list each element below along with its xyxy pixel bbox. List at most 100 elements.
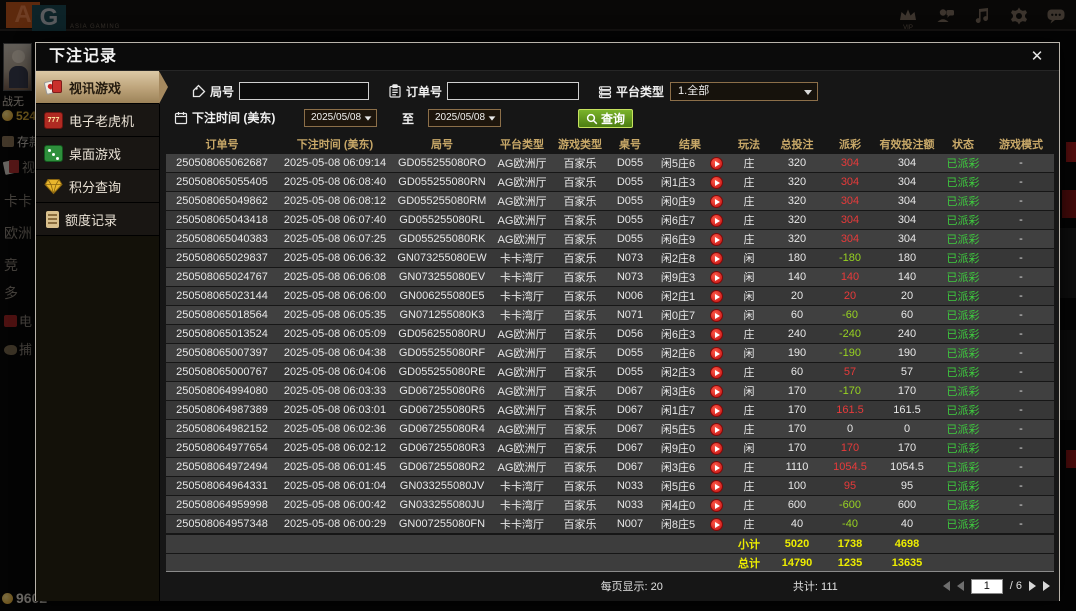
order-no-input[interactable] xyxy=(447,82,579,100)
tab-credit-records[interactable]: 额度记录 xyxy=(36,203,159,236)
cell-total-bet: 170 xyxy=(770,404,824,416)
platform-type-label: 平台类型 xyxy=(598,83,664,100)
cell-game-mode: - xyxy=(988,309,1054,321)
cell-game-mode: - xyxy=(988,328,1054,340)
replay-video-button[interactable] xyxy=(710,290,723,303)
cell-order: 250508064994080 xyxy=(166,385,278,397)
date-from-picker[interactable]: 2025/05/08 xyxy=(304,109,377,127)
cell-payout: 0 xyxy=(824,423,876,435)
close-icon[interactable]: ✕ xyxy=(1027,47,1047,67)
cell-game-mode: - xyxy=(988,423,1054,435)
cell-game-mode: - xyxy=(988,271,1054,283)
replay-video-button[interactable] xyxy=(710,214,723,227)
replay-video-button[interactable] xyxy=(710,480,723,493)
table-row: 250508065062687 2025-05-08 06:09:14 GD05… xyxy=(166,154,1054,172)
cell-result: 闲5庄6 xyxy=(652,478,704,494)
cell-order: 250508065013524 xyxy=(166,328,278,340)
replay-video-button[interactable] xyxy=(710,461,723,474)
page-number-input[interactable] xyxy=(971,579,1003,594)
replay-video-button[interactable] xyxy=(710,366,723,379)
total-count-label: 共计: 111 xyxy=(793,578,838,594)
cell-table-no: D056 xyxy=(608,328,652,340)
replay-video-button[interactable] xyxy=(710,347,723,360)
cell-game-type: 百家乐 xyxy=(552,516,608,532)
cell-game-type: 百家乐 xyxy=(552,193,608,209)
cell-order: 250508065055405 xyxy=(166,176,278,188)
bet-records-table: 订单号 下注时间 (美东) 局号 平台类型 游戏类型 桌号 结果 玩法 总投注 … xyxy=(166,134,1054,598)
replay-video-button[interactable] xyxy=(710,252,723,265)
table-row: 250508064987389 2025-05-08 06:03:01 GD06… xyxy=(166,401,1054,419)
header-round: 局号 xyxy=(392,136,492,152)
cell-status: 已派彩 xyxy=(938,478,988,494)
tab-points-inquiry[interactable]: 积分查询 xyxy=(36,170,159,203)
cell-game-mode: - xyxy=(988,404,1054,416)
last-page-button[interactable] xyxy=(1043,581,1050,591)
replay-video-button[interactable] xyxy=(710,385,723,398)
cell-result: 闲9庄3 xyxy=(652,269,704,285)
cell-payout: -60 xyxy=(824,309,876,321)
cell-bet-time: 2025-05-08 06:05:09 xyxy=(278,328,392,340)
tab-slot-machines[interactable]: 777 电子老虎机 xyxy=(36,104,159,137)
cell-game-type: 百家乐 xyxy=(552,497,608,513)
replay-video-button[interactable] xyxy=(710,233,723,246)
replay-video-button[interactable] xyxy=(710,309,723,322)
prev-page-button[interactable] xyxy=(957,581,964,591)
tab-video-games[interactable]: 视讯游戏 xyxy=(36,71,159,104)
search-button[interactable]: 查询 xyxy=(578,109,633,128)
cell-game-mode: - xyxy=(988,442,1054,454)
cell-result: 闲6庄3 xyxy=(652,326,704,342)
replay-video-button[interactable] xyxy=(710,328,723,341)
date-to-picker[interactable]: 2025/05/08 xyxy=(428,109,501,127)
tab-table-games[interactable]: 桌面游戏 xyxy=(36,137,159,170)
cell-result: 闲6庄7 xyxy=(652,212,704,228)
cell-valid-bet: 304 xyxy=(876,195,938,207)
cell-play-type: 庄 xyxy=(728,402,770,418)
first-page-button[interactable] xyxy=(943,581,950,591)
cell-total-bet: 180 xyxy=(770,252,824,264)
replay-video-button[interactable] xyxy=(710,176,723,189)
cell-round: GD055255080RM xyxy=(392,195,492,207)
pagination-bar: 每页显示: 20 共计: 111 / 6 xyxy=(166,574,1054,598)
cell-total-bet: 1110 xyxy=(770,461,824,473)
table-row: 250508065049862 2025-05-08 06:08:12 GD05… xyxy=(166,192,1054,210)
cell-status: 已派彩 xyxy=(938,516,988,532)
cell-game-mode: - xyxy=(988,518,1054,530)
cell-status: 已派彩 xyxy=(938,174,988,190)
replay-video-button[interactable] xyxy=(710,404,723,417)
cell-result: 闲1庄3 xyxy=(652,174,704,190)
cell-platform: AG欧洲厅 xyxy=(492,155,552,171)
replay-video-button[interactable] xyxy=(710,271,723,284)
cell-result: 闲2庄6 xyxy=(652,345,704,361)
tag-icon xyxy=(192,84,206,98)
cell-game-type: 百家乐 xyxy=(552,231,608,247)
cell-bet-time: 2025-05-08 06:06:08 xyxy=(278,271,392,283)
round-no-input[interactable] xyxy=(239,82,369,100)
cell-play-type: 庄 xyxy=(728,497,770,513)
cell-round: GN033255080JU xyxy=(392,499,492,511)
replay-video-button[interactable] xyxy=(710,195,723,208)
table-row: 250508064994080 2025-05-08 06:03:33 GD06… xyxy=(166,382,1054,400)
cell-valid-bet: 170 xyxy=(876,385,938,397)
cell-play-type: 庄 xyxy=(728,516,770,532)
replay-video-button[interactable] xyxy=(710,518,723,531)
cell-game-mode: - xyxy=(988,290,1054,302)
platform-type-select[interactable]: 1.全部 xyxy=(670,82,818,101)
next-page-button[interactable] xyxy=(1029,581,1036,591)
dialog-title-bar: 下注记录 ✕ xyxy=(36,43,1059,71)
cell-game-type: 百家乐 xyxy=(552,307,608,323)
cell-bet-time: 2025-05-08 06:07:25 xyxy=(278,233,392,245)
cell-order: 250508064957348 xyxy=(166,518,278,530)
cell-valid-bet: 240 xyxy=(876,328,938,340)
search-icon xyxy=(586,113,598,125)
replay-video-button[interactable] xyxy=(710,499,723,512)
cell-total-bet: 240 xyxy=(770,328,824,340)
cell-game-type: 百家乐 xyxy=(552,364,608,380)
replay-video-button[interactable] xyxy=(710,442,723,455)
cell-play-type: 庄 xyxy=(728,212,770,228)
cell-bet-time: 2025-05-08 06:03:33 xyxy=(278,385,392,397)
replay-video-button[interactable] xyxy=(710,157,723,170)
replay-video-button[interactable] xyxy=(710,423,723,436)
betting-records-dialog: 下注记录 ✕ 视讯游戏 777 电子老虎机 桌面游戏 积分查询 额度记录 xyxy=(35,42,1060,601)
cell-platform: AG欧洲厅 xyxy=(492,231,552,247)
cell-result: 闲6庄9 xyxy=(652,231,704,247)
